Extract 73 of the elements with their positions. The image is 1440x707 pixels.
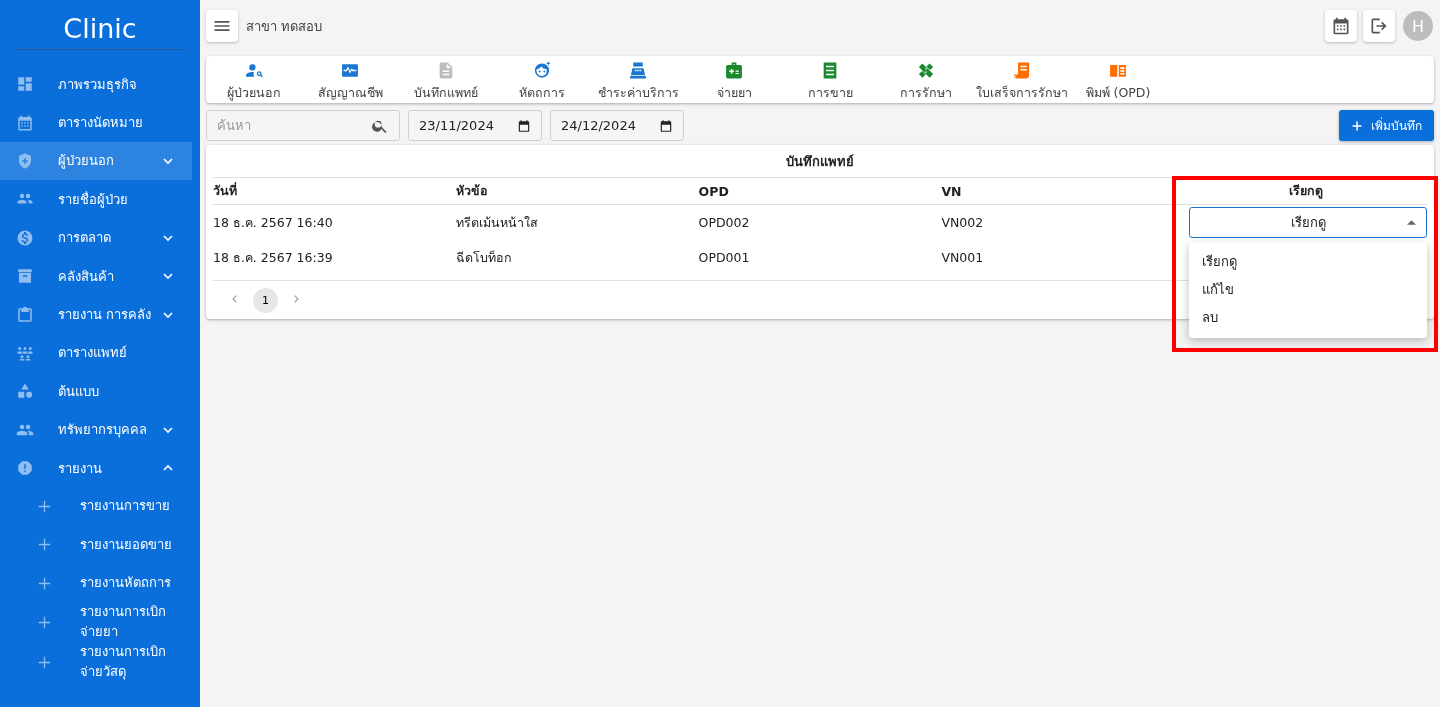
add-record-button[interactable]: เพิ่มบันทึก	[1339, 110, 1434, 141]
alert-icon	[16, 459, 34, 478]
sidebar-item[interactable]: ทรัพยากรบุคคล	[0, 410, 192, 449]
calendar-icon	[1331, 16, 1351, 36]
archive-icon	[16, 267, 34, 286]
toolbar-button[interactable]: บันทึกแพทย์	[398, 56, 494, 103]
sidebar-item[interactable]: ตารางนัดหมาย	[0, 103, 192, 142]
table-cell-text: OPD002	[698, 215, 751, 230]
column-header: เรียกดู	[1287, 182, 1324, 201]
menu-item[interactable]: เรียกดู	[1189, 248, 1427, 276]
shield-icon	[16, 151, 34, 170]
sidebar-item[interactable]: ผู้ป่วยนอก	[0, 141, 192, 181]
table-title: บันทึกแพทย์	[213, 145, 1427, 178]
shapes-icon	[16, 382, 34, 401]
plus-icon	[38, 538, 51, 552]
column-header: VN	[941, 183, 963, 199]
calendar-icon	[659, 118, 673, 133]
table-cell-text: ฉีดโบท็อก	[455, 248, 513, 267]
sidebar-subitem[interactable]: รายงานการเบิกจ่ายวัสดุ	[0, 642, 200, 683]
sidebar-subitem[interactable]: รายงานการขาย	[0, 487, 200, 526]
sidebar-item[interactable]: ต้นแบบ	[0, 372, 192, 411]
dollar-icon	[16, 228, 34, 247]
table-cell-text: VN001	[941, 250, 985, 265]
toolbar-button[interactable]: พิมพ์ (OPD)	[1070, 56, 1166, 103]
toolbar-button[interactable]: จ่ายยา	[686, 56, 782, 103]
date-field[interactable]: 24/12/2024	[550, 110, 684, 141]
toolbar-button[interactable]: หัตถการ	[494, 56, 590, 103]
column-header: OPD	[698, 183, 730, 199]
calendar-icon	[517, 118, 531, 133]
plus-icon	[1351, 119, 1363, 132]
sidebar-item[interactable]: รายงาน	[0, 448, 192, 488]
logout-button[interactable]	[1363, 10, 1395, 42]
date-field[interactable]: 23/11/2024	[408, 110, 542, 141]
sidebar-item[interactable]: ตารางแพทย์	[0, 333, 192, 373]
menu-item[interactable]: ลบ	[1189, 304, 1427, 332]
toolbar-button[interactable]: สัญญาณชีพ	[302, 56, 398, 103]
app-logo: Clinic	[13, 0, 187, 50]
page-button[interactable]: 1	[253, 287, 278, 313]
table-cell-text: OPD001	[698, 250, 751, 265]
plus-icon	[38, 655, 51, 669]
column-header: หัวข้อ	[455, 182, 489, 200]
calendar-icon	[16, 113, 34, 132]
sidebar-subitem[interactable]: รายงานหัตถการ	[0, 564, 200, 603]
toolbar-button[interactable]: ผู้ป่วยนอก	[206, 56, 302, 103]
plus-icon	[38, 500, 51, 513]
plus-icon	[38, 615, 51, 629]
table-cell-text: ทรีตเม้นหน้าใส	[455, 213, 539, 232]
toolbar-button[interactable]: การรักษา	[878, 56, 974, 103]
search-field[interactable]: ค้นหา	[206, 110, 400, 141]
sidebar-item[interactable]: ภาพรวมธุรกิจ	[0, 65, 192, 104]
sidebar-subitem[interactable]: รายงานการเบิกจ่ายยา	[0, 602, 200, 643]
column-header: วันที่	[213, 181, 238, 200]
sidebar-item[interactable]: รายงาน การคลัง	[0, 295, 192, 334]
dashboard-icon	[16, 75, 34, 94]
menu-button[interactable]	[206, 10, 238, 42]
calendar-button[interactable]	[1325, 10, 1357, 42]
table-cell-text: 18 ธ.ค. 2567 16:39	[213, 248, 334, 267]
toolbar-button[interactable]: ชำระค่าบริการ	[590, 56, 686, 103]
plus-icon	[38, 576, 51, 590]
branch-name: สาขา ทดสอบ	[246, 17, 323, 36]
action-select[interactable]: เรียกดู	[1189, 207, 1427, 238]
table-cell-text: VN002	[941, 215, 985, 230]
sidebar-item[interactable]: คลังสินค้า	[0, 256, 192, 296]
menu-item[interactable]: แก้ไข	[1189, 276, 1427, 304]
sidebar-subitem[interactable]: รายงานยอดขาย	[0, 525, 200, 565]
table-cell-text: 18 ธ.ค. 2567 16:40	[213, 213, 334, 232]
logout-icon	[1369, 16, 1389, 36]
toolbar-button[interactable]: การขาย	[782, 56, 878, 103]
clipboard-icon	[16, 305, 34, 324]
caret-up-icon	[1407, 220, 1416, 225]
toolbar-button[interactable]: ใบเสร็จการรักษา	[974, 56, 1070, 103]
sidebar-item[interactable]: รายชื่อผู้ป่วย	[0, 180, 192, 219]
sidebar-item[interactable]: การตลาด	[0, 218, 192, 257]
